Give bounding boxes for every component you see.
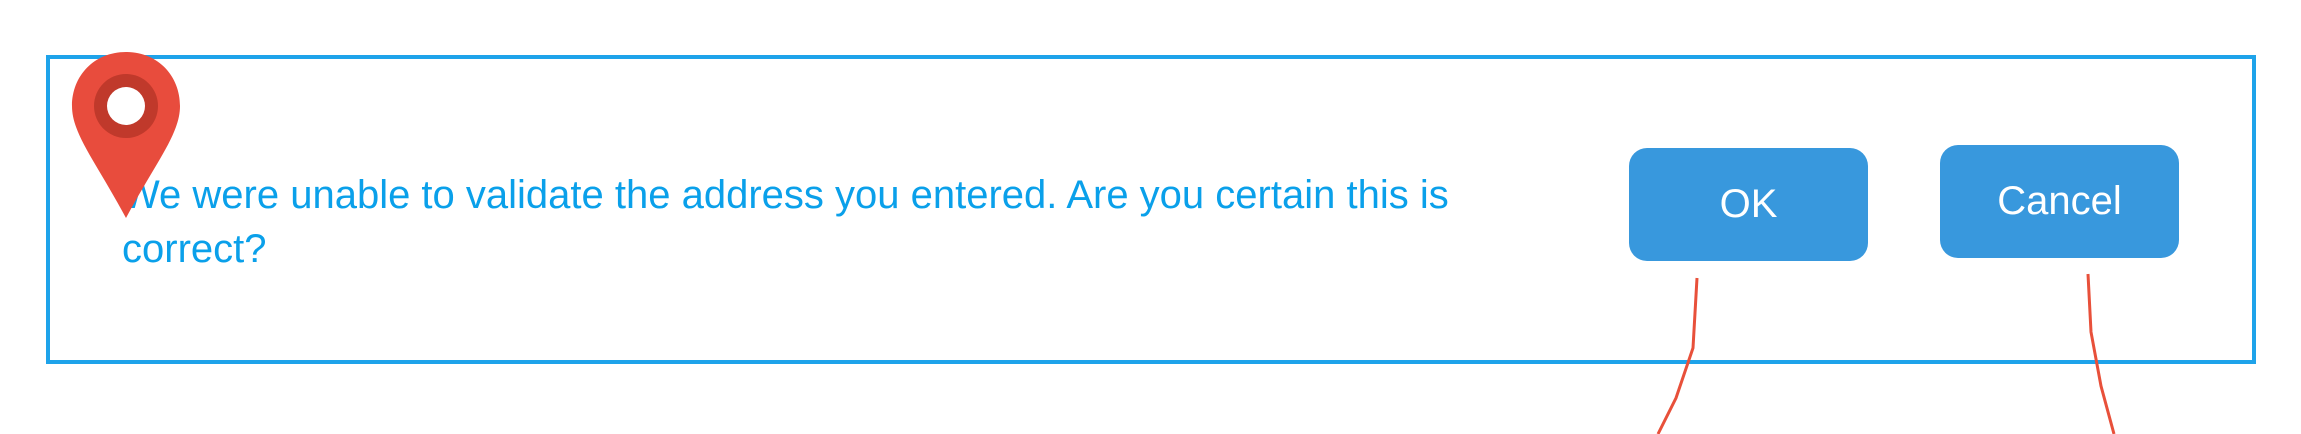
- map-pin-icon: [72, 52, 180, 218]
- ok-button[interactable]: OK: [1629, 148, 1868, 261]
- cancel-button[interactable]: Cancel: [1940, 145, 2179, 258]
- validation-message: We were unable to validate the address y…: [122, 173, 1449, 271]
